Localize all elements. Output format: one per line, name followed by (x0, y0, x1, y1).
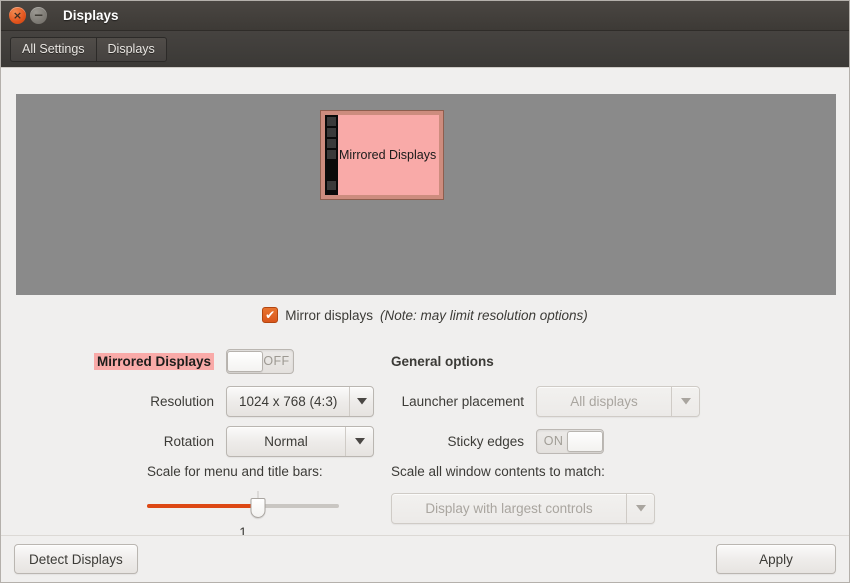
sticky-edges-label: Sticky edges (447, 433, 524, 449)
launcher-icon (327, 117, 336, 126)
mirrored-displays-toggle[interactable]: OFF (226, 348, 294, 374)
unity-launcher-preview (325, 115, 338, 195)
resolution-label: Resolution (150, 393, 214, 409)
right-settings-column: General options Launcher placement All d… (391, 344, 841, 540)
displays-window: × − Displays All Settings Displays Mirro… (0, 0, 850, 583)
rotation-dropdown[interactable]: Normal (226, 425, 374, 457)
minimize-icon[interactable]: − (30, 7, 47, 24)
monitor-preview-mirrored[interactable]: Mirrored Displays (321, 111, 443, 199)
mirrored-displays-name-label: Mirrored Displays (11, 352, 226, 370)
launcher-placement-value: All displays (570, 393, 638, 409)
launcher-placement-label: Launcher placement (401, 393, 524, 409)
mirror-displays-note: (Note: may limit resolution options) (379, 307, 588, 323)
general-options-title: General options (391, 353, 494, 369)
slider-handle[interactable] (250, 498, 266, 518)
display-preview-canvas[interactable]: Mirrored Displays (16, 94, 836, 295)
content-area: Mirrored Displays ✔ Mirror displays (Not… (1, 68, 849, 582)
settings-columns: Mirrored Displays OFF Resolution 1024 x … (1, 344, 849, 540)
titlebar: × − Displays (1, 1, 849, 31)
launcher-icon (327, 128, 336, 137)
scale-all-block: Scale all window contents to match: Disp… (391, 464, 841, 524)
all-settings-button[interactable]: All Settings (10, 36, 96, 62)
scale-slider[interactable] (147, 491, 339, 519)
launcher-placement-row: Launcher placement All displays (391, 384, 841, 418)
general-options-header-row: General options (391, 344, 841, 378)
sticky-edges-toggle[interactable]: ON (536, 428, 604, 454)
resolution-dropdown[interactable]: 1024 x 768 (4:3) (226, 385, 374, 417)
mirror-displays-label: Mirror displays (285, 307, 373, 323)
mirrored-displays-title: Mirrored Displays (93, 352, 214, 370)
scale-all-value: Display with largest controls (425, 501, 593, 516)
launcher-spacer (327, 161, 336, 179)
launcher-icon (327, 181, 336, 190)
window-title: Displays (63, 8, 119, 23)
toggle-state-label: OFF (263, 354, 290, 368)
launcher-placement-dropdown[interactable]: All displays (536, 385, 700, 417)
displays-button[interactable]: Displays (95, 36, 167, 62)
checkmark-icon: ✔ (265, 307, 276, 322)
minimize-glyph: − (33, 7, 44, 22)
toggle-knob (227, 350, 263, 372)
chevron-down-icon (345, 426, 373, 456)
apply-button[interactable]: Apply (716, 544, 836, 574)
rotation-value: Normal (264, 433, 308, 449)
chevron-down-icon (671, 386, 699, 416)
nav-button-group: All Settings Displays (10, 36, 167, 62)
rotation-row: Rotation Normal (11, 424, 391, 458)
detect-displays-button[interactable]: Detect Displays (14, 544, 138, 574)
left-settings-column: Mirrored Displays OFF Resolution 1024 x … (1, 344, 391, 540)
close-icon[interactable]: × (9, 7, 26, 24)
sticky-edges-row: Sticky edges ON (391, 424, 841, 458)
close-glyph: × (12, 9, 23, 22)
resolution-row: Resolution 1024 x 768 (4:3) (11, 384, 391, 418)
toggle-knob (567, 430, 603, 452)
scale-slider-block: Scale for menu and title bars: 1 (11, 464, 391, 540)
chevron-down-icon (349, 386, 373, 416)
scale-caption: Scale for menu and title bars: (147, 464, 323, 479)
footer-bar: Detect Displays Apply (1, 535, 849, 582)
launcher-icon (327, 139, 336, 148)
chevron-down-icon (626, 494, 654, 523)
mirrored-displays-row: Mirrored Displays OFF (11, 344, 391, 378)
rotation-label: Rotation (163, 433, 214, 449)
resolution-value: 1024 x 768 (4:3) (239, 393, 338, 409)
toolbar: All Settings Displays (1, 31, 849, 68)
scale-all-dropdown[interactable]: Display with largest controls (391, 493, 655, 524)
mirror-displays-checkbox[interactable]: ✔ (262, 307, 279, 323)
slider-fill (147, 504, 259, 508)
launcher-icon (327, 150, 336, 159)
scale-all-caption: Scale all window contents to match: (391, 464, 605, 479)
mirror-displays-row: ✔ Mirror displays (Note: may limit resol… (1, 307, 849, 323)
toggle-state-label: ON (543, 434, 564, 448)
monitor-label: Mirrored Displays (339, 148, 437, 162)
